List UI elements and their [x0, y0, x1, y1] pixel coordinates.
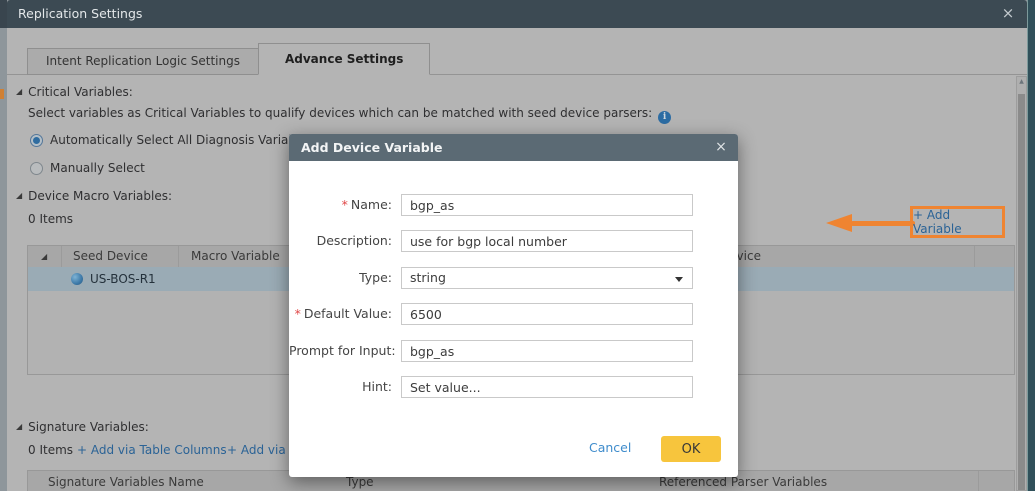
background-app-orange-marker	[0, 89, 4, 99]
background-app-right-edge	[1027, 0, 1035, 491]
device-macro-items-count: 0 Items	[28, 212, 73, 226]
annotation-arrow-shaft	[851, 221, 915, 226]
default-value-field[interactable]	[401, 303, 693, 325]
dialog-titlebar[interactable]: Replication Settings ×	[7, 0, 1027, 28]
radio-unselected-icon[interactable]	[30, 162, 43, 175]
type-label: Type:	[289, 267, 392, 289]
tab-intent-replication-logic-settings[interactable]: Intent Replication Logic Settings	[27, 48, 258, 75]
name-field[interactable]	[401, 194, 693, 216]
description-field[interactable]	[401, 230, 693, 252]
required-asterisk: *	[342, 197, 348, 212]
column-seed-device: Seed Device	[73, 246, 148, 267]
radio-automatically-select[interactable]: Automatically Select All Diagnosis Varia…	[30, 133, 313, 147]
background-app-left-edge	[0, 0, 7, 491]
field-row-name: *Name:	[289, 194, 738, 216]
radio-automatically-select-label: Automatically Select All Diagnosis Varia…	[50, 133, 313, 147]
name-label: Name:	[351, 197, 392, 212]
add-device-variable-modal: Add Device Variable × *Name: Description…	[289, 134, 738, 477]
radio-manually-select[interactable]: Manually Select	[30, 161, 145, 175]
vertical-scrollbar[interactable]: ▲	[1016, 76, 1027, 491]
field-row-prompt-for-input: Prompt for Input:	[289, 340, 738, 362]
critical-variables-description: Select variables as Critical Variables t…	[28, 106, 671, 124]
radio-manually-select-label: Manually Select	[50, 161, 145, 175]
scrollbar-thumb[interactable]	[1018, 94, 1025, 490]
tab-advance-settings[interactable]: Advance Settings	[258, 43, 430, 75]
add-variable-link[interactable]: + Add Variable	[913, 208, 1002, 236]
signature-items-count: 0 Items	[28, 443, 73, 457]
cancel-button[interactable]: Cancel	[589, 440, 631, 455]
signature-variables-heading: ◢ Signature Variables:	[16, 420, 149, 434]
ok-button[interactable]: OK	[661, 436, 721, 462]
screen: Replication Settings × Intent Replicatio…	[0, 0, 1035, 491]
collapse-triangle-icon[interactable]: ◢	[16, 192, 22, 200]
collapse-triangle-icon[interactable]: ◢	[16, 88, 22, 96]
field-row-hint: Hint:	[289, 376, 738, 398]
type-select[interactable]: string	[401, 267, 693, 289]
prompt-for-input-field[interactable]	[401, 340, 693, 362]
field-row-type: Type: string	[289, 267, 738, 289]
column-macro-variable: Macro Variable	[191, 246, 280, 267]
scroll-up-arrow-icon[interactable]: ▲	[1017, 78, 1026, 85]
router-device-icon	[71, 273, 83, 285]
field-row-default-value: *Default Value:	[289, 303, 738, 325]
device-macro-variables-heading: ◢ Device Macro Variables:	[16, 189, 172, 203]
add-variable-annotation-box: + Add Variable	[910, 206, 1005, 238]
required-asterisk: *	[295, 306, 301, 321]
radio-selected-icon[interactable]	[30, 134, 43, 147]
type-select-value: string	[410, 270, 446, 285]
description-label: Description:	[289, 230, 392, 252]
collapse-triangle-icon[interactable]: ◢	[16, 423, 22, 431]
signature-variables-heading-label: Signature Variables:	[28, 420, 149, 434]
field-row-description: Description:	[289, 230, 738, 252]
prompt-for-input-label: Prompt for Input:	[289, 340, 392, 362]
modal-close-icon[interactable]: ×	[710, 134, 732, 161]
critical-variables-heading: ◢ Critical Variables:	[16, 85, 133, 99]
tab-bar: Intent Replication Logic Settings Advanc…	[7, 28, 1027, 75]
device-macro-variables-heading-label: Device Macro Variables:	[28, 189, 172, 203]
add-via-table-columns-link[interactable]: + Add via Table Columns	[77, 443, 227, 457]
close-icon[interactable]: ×	[997, 0, 1019, 28]
dialog-title: Replication Settings	[18, 0, 142, 28]
chevron-down-icon	[675, 277, 683, 282]
annotation-arrow-head-icon	[826, 214, 852, 232]
modal-titlebar[interactable]: Add Device Variable ×	[289, 134, 738, 161]
critical-variables-heading-label: Critical Variables:	[28, 85, 133, 99]
column-signature-variables-name: Signature Variables Name	[48, 471, 204, 491]
default-value-label: Default Value:	[304, 306, 392, 321]
info-icon[interactable]: i	[658, 111, 671, 124]
hint-field[interactable]	[401, 376, 693, 398]
seed-device-name: US-BOS-R1	[90, 272, 156, 286]
hint-label: Hint:	[289, 376, 392, 398]
background-app-left-edge-top	[0, 0, 7, 28]
table-collapse-triangle-icon[interactable]: ◢	[41, 253, 47, 261]
modal-title: Add Device Variable	[301, 134, 442, 161]
